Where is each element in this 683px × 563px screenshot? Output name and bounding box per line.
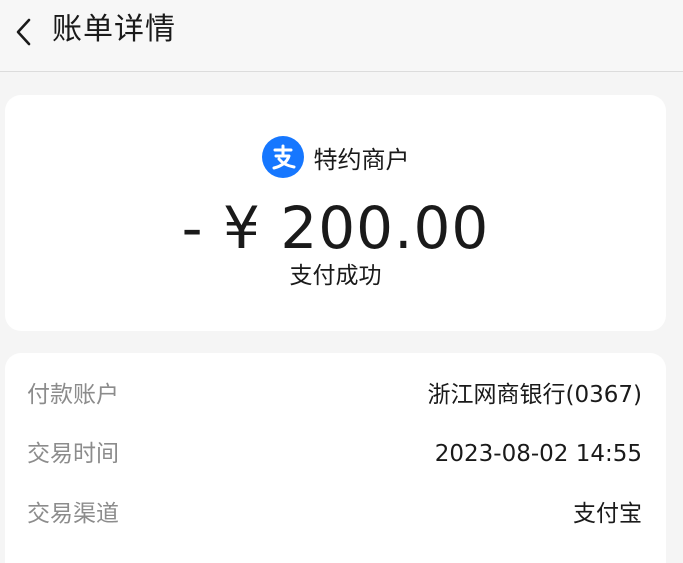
detail-row-transaction-time: 交易时间 2023-08-02 14:55 xyxy=(5,436,666,472)
page-title: 账单详情 xyxy=(52,12,176,47)
transaction-amount: - ¥ 200.00 xyxy=(181,194,490,262)
detail-row-transaction-channel: 交易渠道 支付宝 xyxy=(5,496,666,532)
chevron-left-icon xyxy=(16,18,31,46)
merchant-name: 特约商户 xyxy=(313,145,410,174)
merchant-row[interactable]: 特约商户 xyxy=(5,135,666,179)
alipay-icon xyxy=(261,136,304,178)
detail-row-payment-account: 付款账户 浙江网商银行(0367) xyxy=(5,377,666,413)
back-button[interactable] xyxy=(4,12,44,52)
transaction-summary-card: 特约商户 - ¥ 200.00 支付成功 xyxy=(5,95,666,331)
transaction-time-value: 2023-08-02 14:55 xyxy=(434,441,642,467)
transaction-time-label: 交易时间 xyxy=(27,441,119,467)
payment-account-value: 浙江网商银行(0367) xyxy=(427,382,642,408)
payment-status: 支付成功 xyxy=(289,263,382,289)
top-nav-bar: 账单详情 xyxy=(0,0,683,72)
transaction-detail-card: 付款账户 浙江网商银行(0367) 交易时间 2023-08-02 14:55 … xyxy=(5,353,666,563)
transaction-channel-value: 支付宝 xyxy=(573,501,642,527)
payment-account-label: 付款账户 xyxy=(27,382,119,408)
transaction-channel-label: 交易渠道 xyxy=(27,501,119,527)
